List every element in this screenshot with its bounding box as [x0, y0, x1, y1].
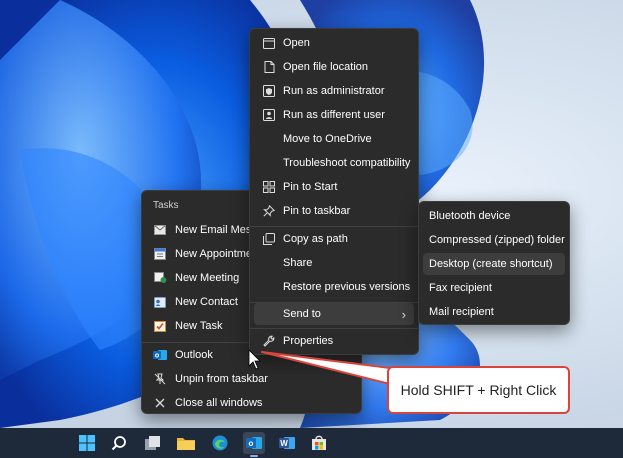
menu-item-label: Desktop (create shortcut) — [429, 258, 553, 270]
outlook-icon: o — [153, 348, 167, 362]
edge-icon[interactable] — [210, 433, 230, 453]
send-to-fax-recipient[interactable]: Fax recipient — [423, 277, 565, 299]
menu-item-restore-previous-versions[interactable]: Restore previous versions — [254, 276, 414, 298]
pin-icon — [262, 204, 276, 218]
active-app-indicator — [250, 455, 258, 457]
menu-item-label: Share — [283, 257, 313, 269]
separator — [250, 226, 418, 227]
chevron-right-icon: › — [401, 306, 406, 322]
menu-item-label: Run as different user — [283, 109, 385, 121]
svg-text:o: o — [249, 439, 254, 448]
menu-item-troubleshoot-compatibility[interactable]: Troubleshoot compatibility — [254, 152, 414, 174]
menu-item-label: Mail recipient — [429, 306, 494, 318]
menu-item-open-file-location[interactable]: Open file location — [254, 56, 414, 78]
outlook-taskbar-button[interactable]: o — [243, 432, 265, 454]
menu-item-pin-to-taskbar[interactable]: Pin to taskbar — [254, 200, 414, 222]
send-to-desktop-shortcut[interactable]: Desktop (create shortcut) — [423, 253, 565, 275]
shield-icon — [262, 84, 276, 98]
contact-icon — [153, 295, 167, 309]
menu-item-label: Restore previous versions — [283, 281, 411, 293]
task-label: New Contact — [175, 296, 238, 308]
pin-start-icon — [262, 180, 276, 194]
menu-item-label: Open file location — [283, 61, 368, 73]
menu-item-label: Open — [283, 37, 310, 49]
menu-item-label: Fax recipient — [429, 282, 492, 294]
store-icon[interactable] — [309, 433, 329, 453]
svg-text:W: W — [280, 439, 288, 448]
email-icon — [153, 223, 167, 237]
svg-text:o: o — [155, 353, 159, 360]
menu-item-label: Properties — [283, 335, 334, 347]
task-label: New Meeting — [175, 272, 240, 284]
close-all-windows[interactable]: Close all windows — [146, 392, 357, 413]
menu-item-move-to-onedrive[interactable]: Move to OneDrive — [254, 128, 414, 150]
menu-item-label: Copy as path — [283, 233, 348, 245]
menu-item-label: Run as administrator — [283, 85, 385, 97]
unpin-from-taskbar[interactable]: Unpin from taskbar — [146, 368, 357, 390]
word-icon[interactable]: W — [277, 433, 297, 453]
callout-text: Hold SHIFT + Right Click — [400, 382, 557, 398]
menu-item-label: Compressed (zipped) folder — [429, 234, 565, 246]
close-all-label: Close all windows — [175, 397, 263, 409]
send-to-bluetooth-device[interactable]: Bluetooth device — [423, 205, 565, 227]
app-label: Outlook — [175, 349, 213, 361]
jump-list-header: Tasks — [153, 200, 179, 211]
calendar-icon — [153, 247, 167, 261]
unpin-label: Unpin from taskbar — [175, 373, 268, 385]
menu-item-send-to[interactable]: Send to › — [254, 303, 414, 325]
file-explorer-icon[interactable] — [176, 433, 196, 453]
menu-item-label: Troubleshoot compatibility — [283, 157, 411, 169]
send-to-submenu: Bluetooth device Compressed (zipped) fol… — [418, 201, 570, 325]
menu-item-run-as-different-user[interactable]: Run as different user — [254, 104, 414, 126]
outlook-icon: o — [246, 437, 262, 449]
send-to-compressed-folder[interactable]: Compressed (zipped) folder — [423, 229, 565, 251]
menu-item-properties[interactable]: Properties — [254, 330, 414, 352]
wrench-icon — [262, 334, 276, 348]
search-icon[interactable] — [109, 433, 129, 453]
task-icon — [153, 319, 167, 333]
unpin-icon — [153, 372, 167, 386]
menu-item-label: Pin to taskbar — [283, 205, 351, 217]
separator — [250, 328, 418, 329]
taskbar: o W — [0, 428, 623, 458]
file-location-icon — [262, 60, 276, 74]
menu-item-open[interactable]: Open — [254, 32, 414, 54]
menu-item-label: Move to OneDrive — [283, 133, 372, 145]
copy-icon — [262, 232, 276, 246]
instruction-callout: Hold SHIFT + Right Click — [387, 366, 570, 414]
menu-item-label: Bluetooth device — [429, 210, 511, 222]
windows-start-icon[interactable] — [77, 433, 97, 453]
menu-item-share[interactable]: Share — [254, 252, 414, 274]
window-icon — [262, 36, 276, 50]
user-icon — [262, 108, 276, 122]
menu-item-copy-as-path[interactable]: Copy as path — [254, 228, 414, 250]
menu-item-run-as-admin[interactable]: Run as administrator — [254, 80, 414, 102]
context-menu: Open Open file location Run as administr… — [249, 28, 419, 355]
task-label: New Task — [175, 320, 223, 332]
send-to-mail-recipient[interactable]: Mail recipient — [423, 301, 565, 323]
meeting-icon — [153, 271, 167, 285]
task-view-icon[interactable] — [143, 433, 163, 453]
close-icon — [153, 396, 167, 410]
menu-item-label: Pin to Start — [283, 181, 338, 193]
menu-item-label: Send to — [283, 308, 321, 320]
menu-item-pin-to-start[interactable]: Pin to Start — [254, 176, 414, 198]
